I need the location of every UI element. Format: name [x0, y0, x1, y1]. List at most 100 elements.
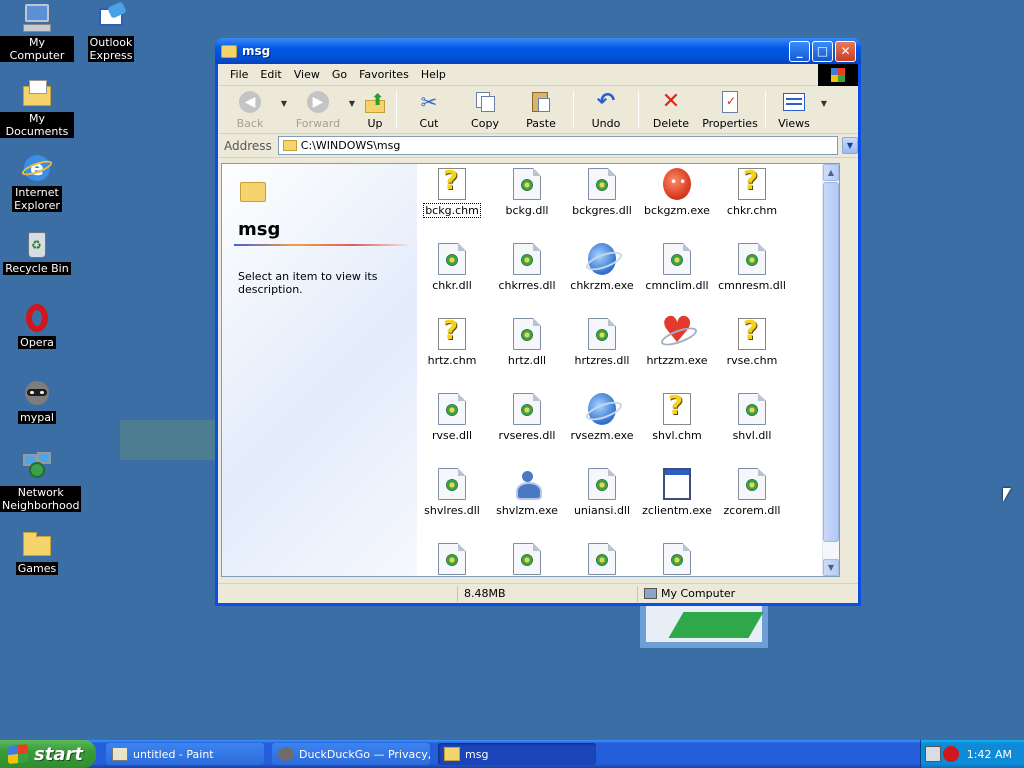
cut-label: Cut [419, 116, 439, 130]
file-item[interactable]: chkr.dll [415, 243, 489, 292]
menu-bar: File Edit View Go Favorites Help [218, 64, 858, 86]
desktop-icon-network-neighborhood[interactable]: Network Neighborhood [0, 452, 82, 512]
address-input[interactable]: C:\WINDOWS\msg [277, 136, 838, 155]
back-arrow-icon: ◀ [238, 90, 262, 114]
undo-button[interactable]: ↶ Undo [578, 88, 634, 132]
file-item[interactable]: chkrres.dll [490, 243, 564, 292]
address-dropdown-button[interactable]: ▼ [842, 137, 858, 154]
forward-label: Forward [295, 116, 341, 130]
desktop-icon-my-computer[interactable]: My Computer [0, 2, 74, 62]
file-item[interactable]: rvse.chm [715, 316, 789, 367]
menu-view[interactable]: View [288, 68, 326, 81]
window-titlebar[interactable]: msg _ □ ✕ [215, 38, 861, 64]
file-item[interactable]: hrtz.dll [490, 318, 564, 367]
menu-favorites[interactable]: Favorites [353, 68, 415, 81]
dll-file-icon [588, 468, 616, 500]
taskbar-button-label: untitled - Paint [133, 747, 214, 761]
taskbar-button-paint[interactable]: untitled - Paint [106, 743, 264, 765]
back-dropdown-button[interactable]: ▼ [278, 99, 290, 108]
scroll-down-button[interactable]: ▼ [823, 559, 839, 576]
toolbar-separator [638, 90, 639, 129]
scroll-up-button[interactable]: ▲ [823, 164, 839, 181]
file-item[interactable]: chkr.chm [715, 166, 789, 217]
menu-file[interactable]: File [224, 68, 254, 81]
file-item[interactable]: hrtz.chm [415, 316, 489, 367]
file-item[interactable]: bckgres.dll [565, 168, 639, 217]
desktop-icon-label: My Computer [0, 36, 74, 62]
file-item[interactable]: shvlres.dll [415, 468, 489, 517]
file-item[interactable]: bckgzm.exe [640, 168, 714, 217]
file-name: zcorem.dll [723, 504, 781, 517]
start-button[interactable]: start [0, 740, 96, 768]
menu-edit[interactable]: Edit [254, 68, 287, 81]
menu-go[interactable]: Go [326, 68, 353, 81]
file-item[interactable]: shvl.dll [715, 393, 789, 442]
help-file-icon [438, 166, 466, 200]
address-bar: Address C:\WINDOWS\msg ▼ [218, 134, 858, 158]
delete-label: Delete [652, 116, 690, 130]
desktop-icon-mypal[interactable]: mypal [0, 377, 74, 424]
desktop-icon-games[interactable]: Games [0, 528, 74, 575]
taskbar-button-browser[interactable]: DuckDuckGo — Privacy,... [272, 743, 430, 765]
file-item[interactable]: rvseres.dll [490, 393, 564, 442]
file-item[interactable] [415, 543, 489, 576]
clock[interactable]: 1:42 AM [967, 748, 1012, 761]
delete-button[interactable]: ✕ Delete [643, 88, 699, 132]
file-item[interactable]: chkrzm.exe [565, 243, 639, 292]
close-button[interactable]: ✕ [835, 40, 856, 62]
desktop-icon-my-documents[interactable]: My Documents [0, 78, 74, 138]
internet-explorer-icon: e [20, 152, 54, 184]
network-tray-icon[interactable] [925, 746, 941, 762]
file-item[interactable] [490, 543, 564, 576]
dll-file-icon [513, 393, 541, 425]
views-dropdown-button[interactable]: ▼ [818, 99, 830, 108]
file-item[interactable]: zcorem.dll [715, 468, 789, 517]
file-name: shvl.dll [732, 429, 772, 442]
file-item[interactable]: rvse.dll [415, 393, 489, 442]
forward-button[interactable]: ▶ Forward [290, 88, 346, 132]
file-name: bckgres.dll [572, 204, 632, 217]
file-item[interactable]: uniansi.dll [565, 468, 639, 517]
desktop-icon-internet-explorer[interactable]: e Internet Explorer [0, 152, 74, 212]
file-item[interactable] [640, 543, 714, 576]
file-item[interactable]: zclientm.exe [640, 468, 714, 517]
copy-button[interactable]: Copy [457, 88, 513, 132]
file-item[interactable]: hrtzres.dll [565, 318, 639, 367]
file-item[interactable]: shvlzm.exe [490, 468, 564, 517]
file-item[interactable]: rvsezm.exe [565, 393, 639, 442]
up-button[interactable]: ⬆ Up [358, 88, 392, 132]
desktop-icon-opera[interactable]: Opera [0, 302, 74, 349]
scroll-thumb[interactable] [823, 182, 839, 542]
file-item[interactable]: bckg.chm [415, 166, 489, 218]
properties-button[interactable]: ✓ Properties [699, 88, 761, 132]
taskbar-button-msg[interactable]: msg [438, 743, 596, 765]
file-item[interactable] [565, 543, 639, 576]
maximize-button[interactable]: □ [812, 40, 833, 62]
desktop-icon-outlook-express[interactable]: Outlook Express [74, 1, 148, 62]
menu-help[interactable]: Help [415, 68, 452, 81]
file-item[interactable]: bckg.dll [490, 168, 564, 217]
views-button[interactable]: Views [770, 88, 818, 132]
file-item[interactable]: shvl.chm [640, 391, 714, 442]
vertical-scrollbar[interactable]: ▲ ▼ [822, 164, 839, 576]
file-name: cmnclim.dll [645, 279, 709, 292]
desktop-icon-recycle-bin[interactable]: Recycle Bin [0, 228, 74, 275]
game-exe-icon [588, 243, 616, 275]
file-item[interactable]: hrtzzm.exe [640, 310, 714, 367]
taskbar-button-label: DuckDuckGo — Privacy,... [299, 747, 430, 761]
file-name: cmnresm.dll [718, 279, 786, 292]
back-label: Back [236, 116, 264, 130]
file-name: shvlzm.exe [496, 504, 558, 517]
file-item[interactable]: cmnclim.dll [640, 243, 714, 292]
minimize-button[interactable]: _ [789, 40, 810, 62]
paste-button[interactable]: Paste [513, 88, 569, 132]
security-alert-icon[interactable] [943, 746, 959, 762]
zone-exe-icon [513, 468, 542, 500]
back-button[interactable]: ◀ Back [222, 88, 278, 132]
paste-icon [529, 90, 553, 114]
desktop-icon-label: Network Neighborhood [0, 486, 82, 512]
file-item[interactable]: cmnresm.dll [715, 243, 789, 292]
cut-button[interactable]: ✂ Cut [401, 88, 457, 132]
windows-logo-icon [8, 743, 28, 765]
forward-dropdown-button[interactable]: ▼ [346, 99, 358, 108]
